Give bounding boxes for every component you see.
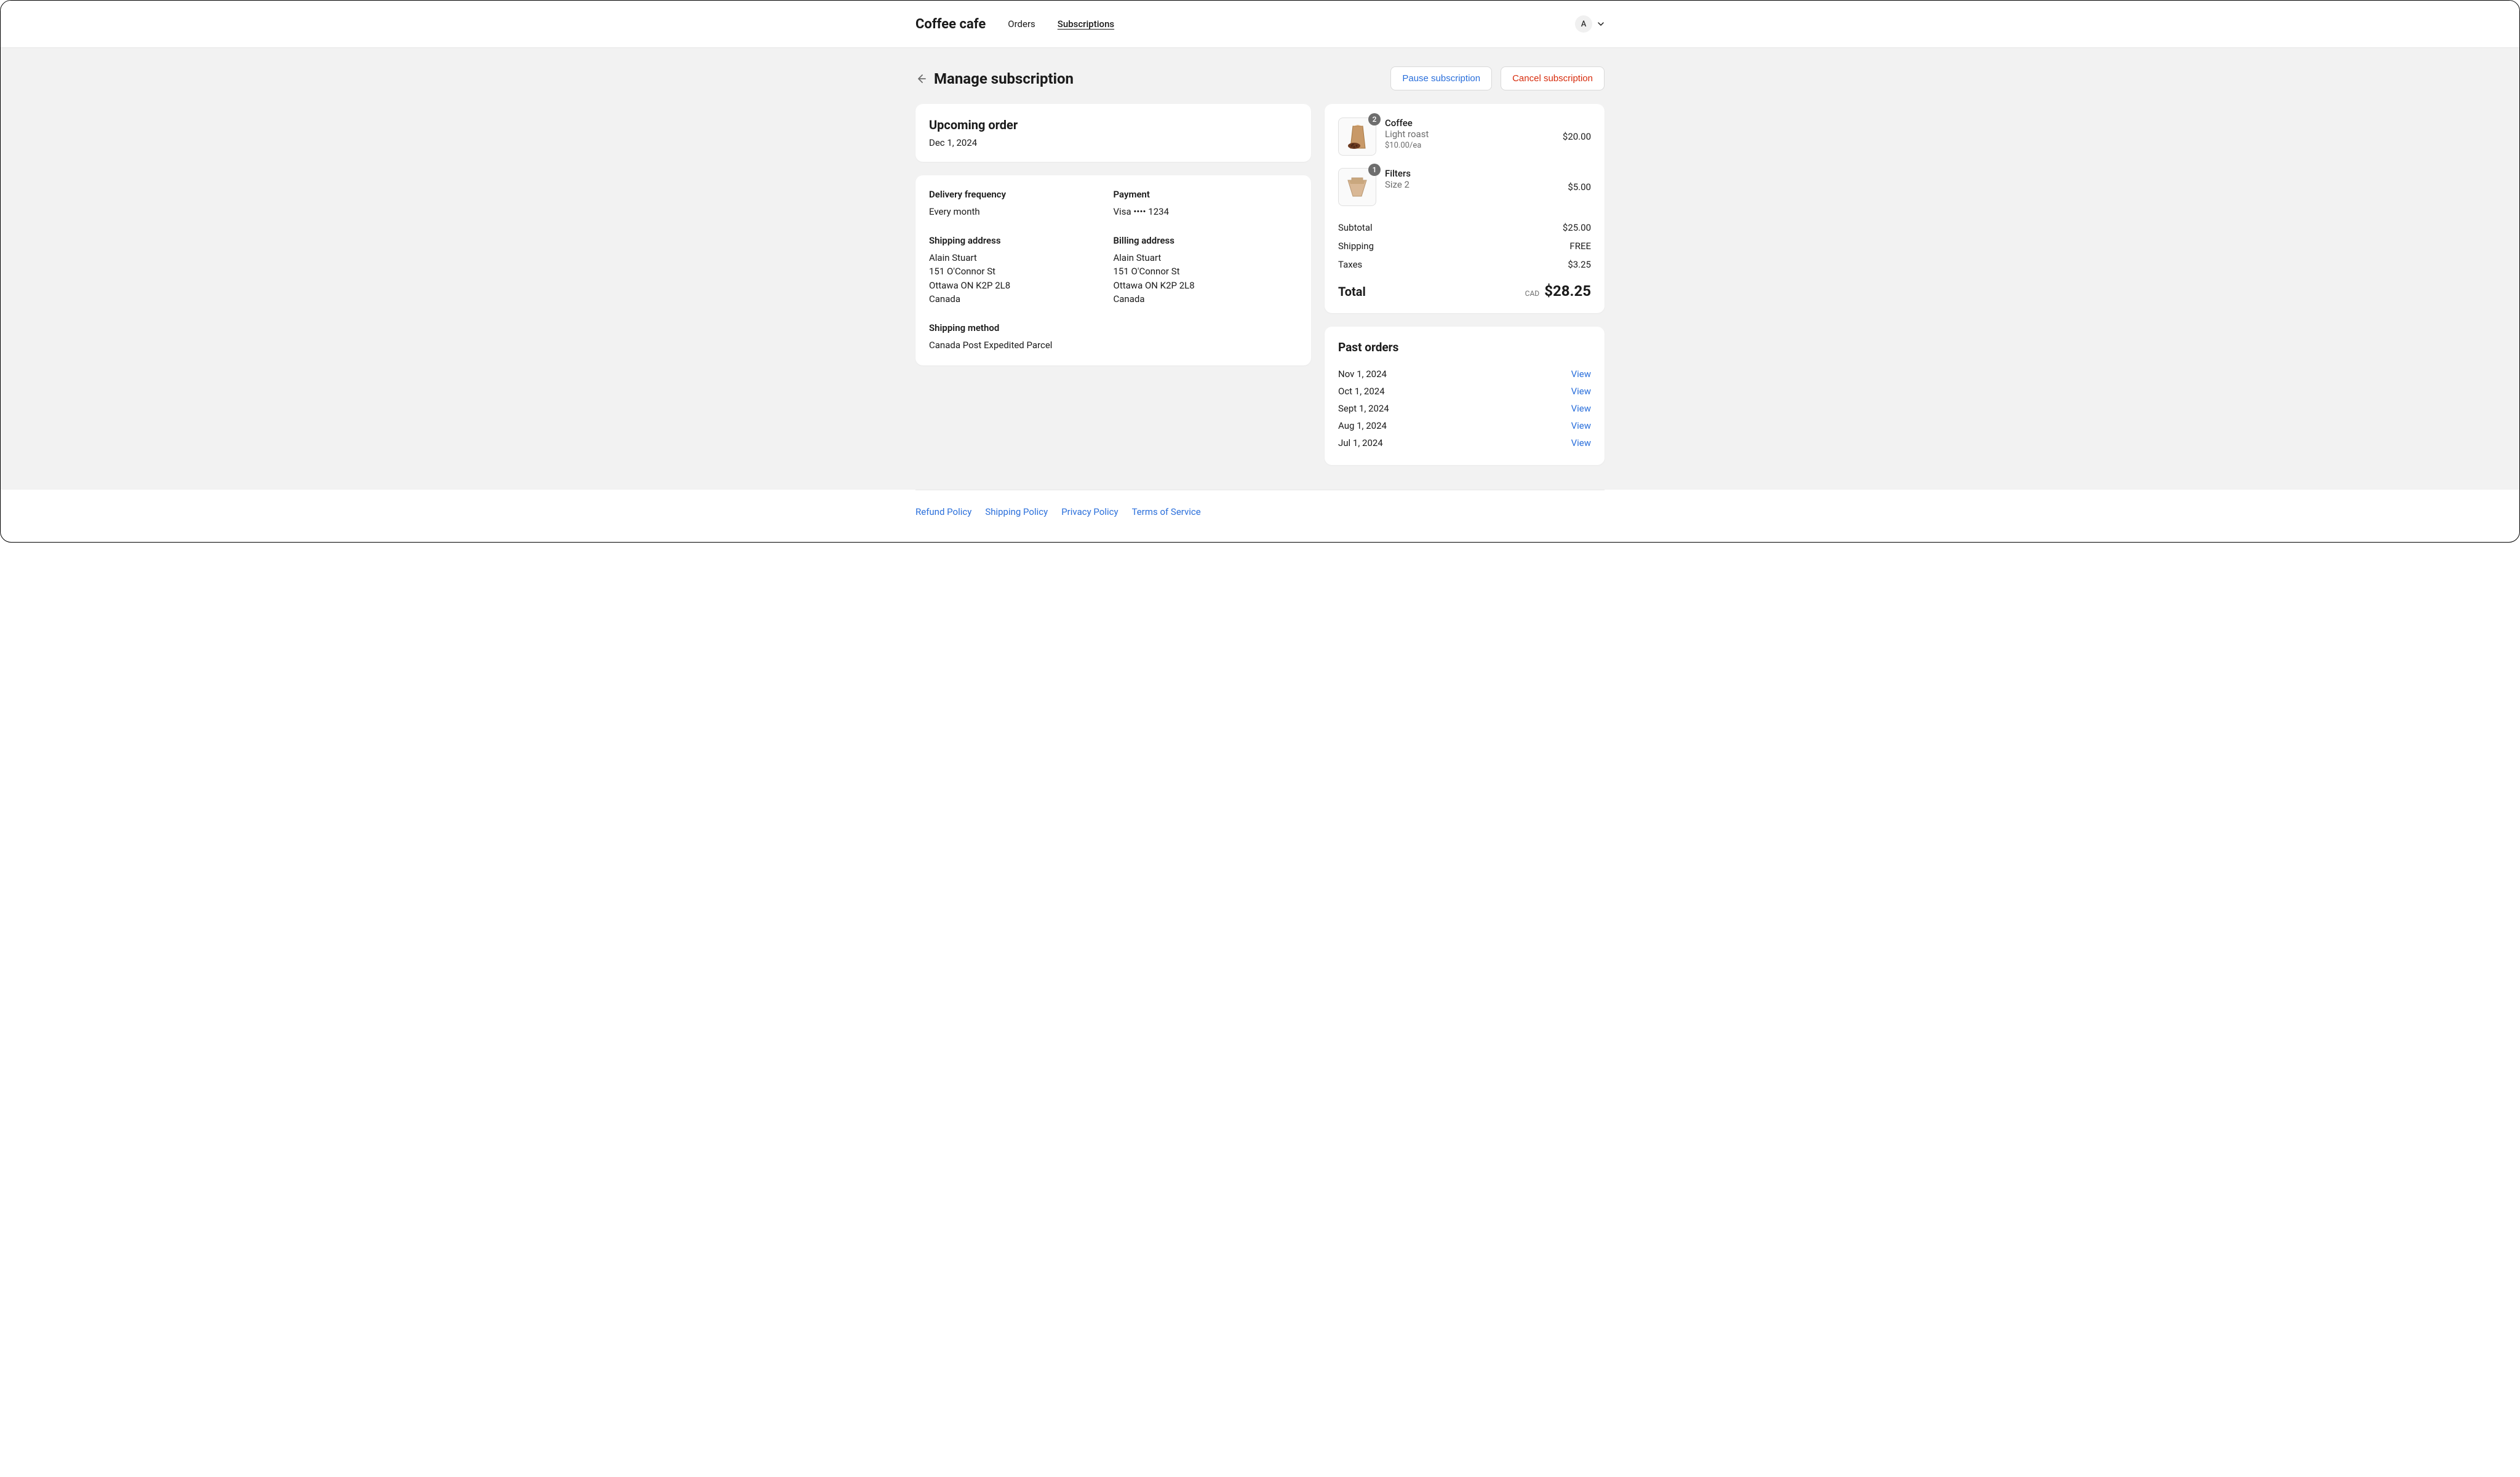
view-link[interactable]: View [1571, 403, 1591, 414]
footer: Refund Policy Shipping Policy Privacy Po… [915, 490, 1605, 542]
page-title: Manage subscription [934, 70, 1074, 87]
product-thumbnail: 2 [1338, 117, 1376, 156]
past-order-row: Aug 1, 2024 View [1338, 417, 1591, 434]
chevron-down-icon [1597, 20, 1605, 28]
brand-title: Coffee cafe [915, 17, 986, 32]
payment-value: Visa •••• 1234 [1114, 205, 1298, 219]
quantity-badge: 2 [1368, 113, 1381, 125]
refund-policy-link[interactable]: Refund Policy [915, 506, 971, 517]
past-order-row: Sept 1, 2024 View [1338, 400, 1591, 417]
shipping-address-value: Alain Stuart 151 O'Connor St Ottawa ON K… [929, 251, 1114, 306]
nav-subscriptions[interactable]: Subscriptions [1058, 18, 1114, 30]
frequency-value: Every month [929, 205, 1114, 219]
item-unit-price: $10.00/ea [1385, 141, 1554, 150]
view-link[interactable]: View [1571, 386, 1591, 397]
taxes-row: Taxes $3.25 [1338, 255, 1591, 274]
back-arrow-icon[interactable] [915, 73, 927, 84]
past-orders-title: Past orders [1338, 340, 1591, 354]
view-link[interactable]: View [1571, 437, 1591, 448]
past-order-row: Nov 1, 2024 View [1338, 365, 1591, 383]
billing-address-value: Alain Stuart 151 O'Connor St Ottawa ON K… [1114, 251, 1298, 306]
shipping-address-label: Shipping address [929, 235, 1114, 246]
billing-address-label: Billing address [1114, 235, 1298, 246]
payment-label: Payment [1114, 189, 1298, 200]
subtotal-row: Subtotal $25.00 [1338, 218, 1591, 237]
quantity-badge: 1 [1368, 164, 1381, 176]
upcoming-order-card: Upcoming order Dec 1, 2024 [915, 104, 1311, 162]
frequency-label: Delivery frequency [929, 189, 1114, 200]
item-line-price: $5.00 [1568, 181, 1591, 193]
upcoming-order-title: Upcoming order [929, 117, 1298, 132]
line-item: 2 [1338, 117, 1591, 156]
shipping-method-label: Shipping method [929, 322, 1114, 333]
details-card: Delivery frequency Every month Payment V… [915, 175, 1311, 365]
total-amount: $28.25 [1544, 282, 1591, 300]
past-order-row: Jul 1, 2024 View [1338, 434, 1591, 452]
nav-orders[interactable]: Orders [1008, 18, 1035, 30]
shipping-row: Shipping FREE [1338, 237, 1591, 255]
item-variant: Light roast [1385, 129, 1554, 140]
coffee-filter-icon [1343, 173, 1371, 201]
pause-subscription-button[interactable]: Pause subscription [1390, 66, 1492, 90]
item-name: Filters [1385, 168, 1559, 179]
shipping-policy-link[interactable]: Shipping Policy [985, 506, 1048, 517]
terms-of-service-link[interactable]: Terms of Service [1132, 506, 1201, 517]
view-link[interactable]: View [1571, 420, 1591, 431]
past-order-row: Oct 1, 2024 View [1338, 383, 1591, 400]
cancel-subscription-button[interactable]: Cancel subscription [1501, 66, 1605, 90]
total-row: Total CAD $28.25 [1338, 282, 1591, 300]
product-thumbnail: 1 [1338, 168, 1376, 206]
upcoming-order-date: Dec 1, 2024 [929, 137, 1298, 148]
item-line-price: $20.00 [1563, 131, 1591, 142]
past-orders-card: Past orders Nov 1, 2024 View Oct 1, 2024… [1325, 327, 1605, 465]
view-link[interactable]: View [1571, 368, 1591, 380]
currency-code: CAD [1525, 289, 1540, 298]
privacy-policy-link[interactable]: Privacy Policy [1061, 506, 1118, 517]
item-name: Coffee [1385, 117, 1554, 129]
shipping-method-value: Canada Post Expedited Parcel [929, 338, 1114, 352]
order-summary-card: 2 [1325, 104, 1605, 313]
line-item: 1 Filters Size 2 $ [1338, 168, 1591, 206]
avatar: A [1575, 15, 1592, 33]
item-variant: Size 2 [1385, 179, 1559, 190]
coffee-bag-icon [1342, 121, 1373, 152]
account-menu[interactable]: A [1575, 15, 1605, 33]
